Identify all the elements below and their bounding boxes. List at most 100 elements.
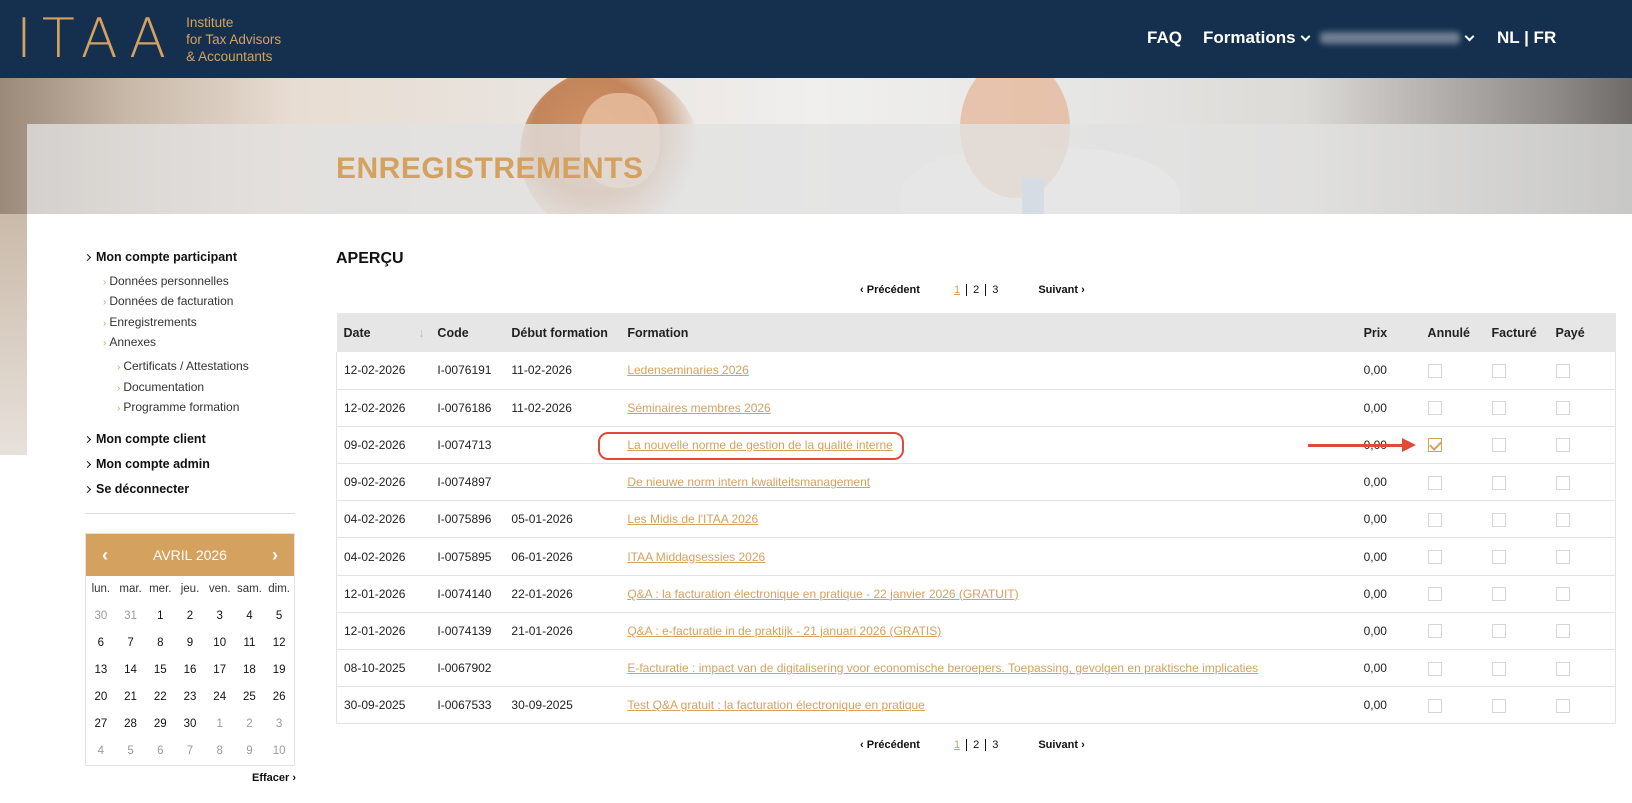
- itaa-logo[interactable]: ITAA Institute for Tax Advisors & Accoun…: [16, 12, 281, 66]
- calendar-day[interactable]: 20: [86, 684, 116, 711]
- pagination-page-3[interactable]: 3: [986, 739, 1004, 751]
- formation-link[interactable]: Séminaires membres 2026: [627, 401, 770, 415]
- calendar-day[interactable]: 17: [205, 657, 235, 684]
- sidebar-item-mon-compte-client[interactable]: Mon compte client: [83, 432, 206, 446]
- sidebar-item-mon-compte-admin[interactable]: Mon compte admin: [83, 457, 210, 471]
- calendar-day[interactable]: 24: [205, 684, 235, 711]
- sidebar-item-programme-formation[interactable]: › Programme formation: [117, 400, 239, 414]
- calendar-day[interactable]: 5: [264, 603, 294, 630]
- sidebar-item-certificats[interactable]: › Certificats / Attestations: [117, 359, 249, 373]
- calendar-day[interactable]: 21: [116, 684, 146, 711]
- paye-checkbox[interactable]: [1555, 549, 1570, 564]
- calendar-day[interactable]: 12: [264, 630, 294, 657]
- pagination-next-link[interactable]: Suivant ›: [1038, 284, 1084, 296]
- paye-checkbox[interactable]: [1555, 624, 1570, 639]
- calendar-day[interactable]: 14: [116, 657, 146, 684]
- paye-checkbox[interactable]: [1555, 587, 1570, 602]
- nav-user-menu[interactable]: [1320, 26, 1475, 50]
- facture-checkbox[interactable]: [1491, 624, 1506, 639]
- facture-checkbox[interactable]: [1491, 512, 1506, 527]
- pagination-page-2[interactable]: 2: [967, 739, 987, 751]
- calendar-day[interactable]: 18: [235, 657, 265, 684]
- facture-checkbox[interactable]: [1491, 363, 1506, 378]
- calendar-day[interactable]: 25: [235, 684, 265, 711]
- paye-checkbox[interactable]: [1555, 475, 1570, 490]
- paye-checkbox[interactable]: [1555, 661, 1570, 676]
- paye-checkbox[interactable]: [1555, 438, 1570, 453]
- calendar-day[interactable]: 1: [205, 711, 235, 738]
- column-header-annule[interactable]: Annulé: [1420, 313, 1485, 352]
- column-header-debut[interactable]: Début formation: [504, 313, 621, 352]
- calendar-day[interactable]: 9: [175, 630, 205, 657]
- annule-checkbox[interactable]: [1427, 363, 1442, 378]
- calendar-day[interactable]: 30: [175, 711, 205, 738]
- annule-checkbox[interactable]: [1427, 661, 1442, 676]
- calendar-day[interactable]: 26: [264, 684, 294, 711]
- column-header-code[interactable]: Code: [430, 313, 505, 352]
- column-header-formation[interactable]: Formation: [620, 313, 1357, 352]
- calendar-day[interactable]: 4: [86, 738, 116, 765]
- paye-checkbox[interactable]: [1555, 401, 1570, 416]
- paye-checkbox[interactable]: [1555, 698, 1570, 713]
- column-header-facture[interactable]: Facturé: [1484, 313, 1549, 352]
- calendar-day[interactable]: 13: [86, 657, 116, 684]
- calendar-day[interactable]: 7: [175, 738, 205, 765]
- facture-checkbox[interactable]: [1491, 475, 1506, 490]
- calendar-day[interactable]: 22: [145, 684, 175, 711]
- sidebar-item-mon-compte-participant[interactable]: Mon compte participant: [83, 250, 237, 264]
- language-switcher[interactable]: NL | FR: [1497, 26, 1556, 50]
- facture-checkbox[interactable]: [1491, 549, 1506, 564]
- sidebar-item-se-deconnecter[interactable]: Se déconnecter: [83, 482, 189, 496]
- facture-checkbox[interactable]: [1491, 587, 1506, 602]
- nav-formations-menu[interactable]: Formations: [1203, 26, 1311, 50]
- calendar-day[interactable]: 8: [145, 630, 175, 657]
- facture-checkbox[interactable]: [1491, 661, 1506, 676]
- pagination-prev-link[interactable]: ‹ Précédent: [860, 284, 920, 296]
- calendar-day[interactable]: 29: [145, 711, 175, 738]
- formation-link[interactable]: De nieuwe norm intern kwaliteitsmanageme…: [627, 475, 870, 489]
- formation-link[interactable]: Q&A : e-facturatie in de praktijk - 21 j…: [627, 624, 941, 638]
- calendar-day[interactable]: 7: [116, 630, 146, 657]
- calendar-day[interactable]: 27: [86, 711, 116, 738]
- calendar-day[interactable]: 4: [235, 603, 265, 630]
- calendar-next-month-icon[interactable]: ›: [272, 545, 278, 566]
- formation-link[interactable]: E-facturatie : impact van de digitaliser…: [627, 661, 1258, 675]
- calendar-day[interactable]: 3: [205, 603, 235, 630]
- annule-checkbox[interactable]: [1427, 401, 1442, 416]
- pagination-prev-link[interactable]: ‹ Précédent: [860, 739, 920, 751]
- pagination-page-2[interactable]: 2: [967, 284, 987, 296]
- calendar-day[interactable]: 5: [116, 738, 146, 765]
- formation-link[interactable]: Test Q&A gratuit : la facturation électr…: [627, 698, 925, 712]
- facture-checkbox[interactable]: [1491, 438, 1506, 453]
- nav-faq-link[interactable]: FAQ: [1147, 26, 1182, 50]
- column-header-date[interactable]: Date ↓: [336, 313, 431, 352]
- sidebar-item-donnees-facturation[interactable]: › Données de facturation: [103, 294, 233, 308]
- annule-checkbox[interactable]: [1427, 438, 1442, 453]
- calendar-day[interactable]: 10: [205, 630, 235, 657]
- calendar-day[interactable]: 2: [175, 603, 205, 630]
- calendar-day[interactable]: 30: [86, 603, 116, 630]
- formation-link[interactable]: Les Midis de l'ITAA 2026: [627, 512, 758, 526]
- calendar-day[interactable]: 16: [175, 657, 205, 684]
- formation-link[interactable]: Ledenseminaries 2026: [627, 363, 748, 377]
- calendar-day[interactable]: 19: [264, 657, 294, 684]
- paye-checkbox[interactable]: [1555, 363, 1570, 378]
- calendar-day[interactable]: 1: [145, 603, 175, 630]
- sidebar-item-annexes[interactable]: › Annexes: [103, 335, 156, 349]
- formation-link[interactable]: Q&A : la facturation électronique en pra…: [627, 587, 1018, 601]
- pagination-page-1[interactable]: 1: [954, 739, 968, 751]
- facture-checkbox[interactable]: [1491, 698, 1506, 713]
- calendar-day[interactable]: 6: [86, 630, 116, 657]
- sidebar-item-documentation[interactable]: › Documentation: [117, 380, 204, 394]
- column-header-prix[interactable]: Prix: [1356, 313, 1421, 352]
- annule-checkbox[interactable]: [1427, 698, 1442, 713]
- calendar-day[interactable]: 2: [235, 711, 265, 738]
- paye-checkbox[interactable]: [1555, 512, 1570, 527]
- calendar-day[interactable]: 9: [235, 738, 265, 765]
- pagination-page-3[interactable]: 3: [986, 284, 1004, 296]
- pagination-next-link[interactable]: Suivant ›: [1038, 739, 1084, 751]
- calendar-day[interactable]: 28: [116, 711, 146, 738]
- sidebar-item-enregistrements[interactable]: › Enregistrements: [103, 315, 197, 329]
- sidebar-item-donnees-personnelles[interactable]: › Données personnelles: [103, 274, 229, 288]
- annule-checkbox[interactable]: [1427, 549, 1442, 564]
